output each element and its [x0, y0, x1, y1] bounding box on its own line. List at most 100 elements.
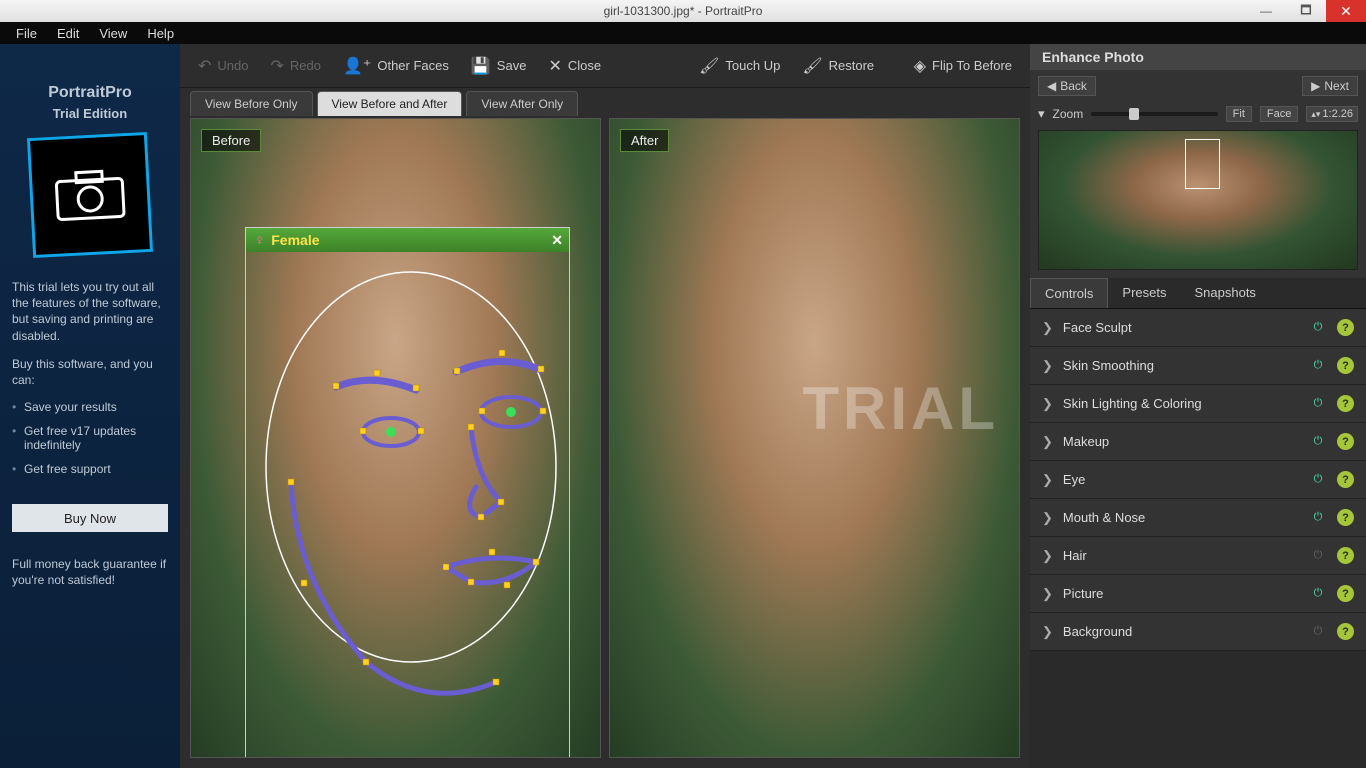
zoom-fit-button[interactable]: Fit	[1226, 106, 1252, 122]
menu-edit[interactable]: Edit	[47, 26, 89, 41]
power-toggle-icon[interactable]: ⏻	[1309, 585, 1327, 603]
control-section[interactable]: ❯Skin Lighting & Coloring⏻?	[1030, 385, 1366, 423]
after-label: After	[620, 129, 669, 152]
touch-up-button[interactable]: 🖌Touch Up	[691, 52, 788, 80]
save-button[interactable]: 💾Save	[463, 52, 535, 80]
back-button[interactable]: ◀Back	[1038, 76, 1096, 96]
controls-accordion: ❯Face Sculpt⏻?❯Skin Smoothing⏻?❯Skin Lig…	[1030, 309, 1366, 768]
center-area: ↶Undo ↷Redo 👤⁺Other Faces 💾Save ✕Close 🖌…	[180, 44, 1030, 768]
control-label: Eye	[1063, 472, 1299, 487]
buy-now-button[interactable]: Buy Now	[12, 504, 168, 532]
minimize-button[interactable]: —	[1246, 0, 1286, 22]
face-box-close-icon[interactable]: ✕	[551, 232, 563, 249]
help-icon[interactable]: ?	[1337, 509, 1354, 526]
buy-prompt: Buy this software, and you can:	[12, 356, 168, 388]
power-toggle-icon[interactable]: ⏻	[1309, 433, 1327, 451]
control-section[interactable]: ❯Face Sculpt⏻?	[1030, 309, 1366, 347]
tab-presets[interactable]: Presets	[1108, 278, 1180, 308]
menu-file[interactable]: File	[6, 26, 47, 41]
brush-icon: 🖌	[699, 56, 719, 76]
tab-view-before-only[interactable]: View Before Only	[190, 91, 313, 116]
flip-to-before-button[interactable]: ◈Flip To Before	[906, 52, 1020, 80]
camera-logo	[27, 132, 153, 258]
zoom-row: ▾ Zoom Fit Face ▴▾1:2.26	[1030, 102, 1366, 130]
navigator-viewport-rect[interactable]	[1185, 139, 1220, 189]
help-icon[interactable]: ?	[1337, 319, 1354, 336]
left-sidebar: PortraitPro Trial Edition This trial let…	[0, 44, 180, 768]
tab-view-after-only[interactable]: View After Only	[466, 91, 578, 116]
face-landmarks-overlay[interactable]	[246, 252, 571, 758]
power-toggle-icon[interactable]: ⏻	[1309, 357, 1327, 375]
control-section[interactable]: ❯Mouth & Nose⏻?	[1030, 499, 1366, 537]
help-icon[interactable]: ?	[1337, 623, 1354, 640]
control-section[interactable]: ❯Hair⏻?	[1030, 537, 1366, 575]
help-icon[interactable]: ?	[1337, 433, 1354, 450]
chevron-right-icon: ❯	[1042, 586, 1053, 602]
power-toggle-icon[interactable]: ⏻	[1309, 471, 1327, 489]
undo-button[interactable]: ↶Undo	[190, 52, 256, 80]
save-icon: 💾	[471, 56, 491, 76]
redo-button[interactable]: ↷Redo	[262, 52, 328, 80]
help-icon[interactable]: ?	[1337, 357, 1354, 374]
window-close-button[interactable]: ✕	[1326, 0, 1366, 22]
app-title: PortraitPro	[12, 84, 168, 102]
power-toggle-icon[interactable]: ⏻	[1309, 509, 1327, 527]
benefits-list: Save your results Get free v17 updates i…	[12, 400, 168, 486]
help-icon[interactable]: ?	[1337, 547, 1354, 564]
zoom-label: Zoom	[1053, 107, 1084, 121]
zoom-slider[interactable]	[1091, 112, 1217, 116]
menu-view[interactable]: View	[89, 26, 137, 41]
control-label: Picture	[1063, 586, 1299, 601]
control-section[interactable]: ❯ Picture ⏻?	[1030, 575, 1366, 613]
help-icon[interactable]: ?	[1337, 585, 1354, 602]
zoom-value-stepper[interactable]: ▴▾1:2.26	[1306, 106, 1358, 122]
chevron-right-icon: ❯	[1042, 358, 1053, 374]
chevron-right-icon: ❯	[1042, 396, 1053, 412]
benefit-item: Get free v17 updates indefinitely	[12, 424, 168, 452]
restore-brush-icon: 🖌	[802, 56, 822, 76]
chevron-right-icon: ▶	[1311, 79, 1320, 93]
after-view[interactable]: After TRIAL	[609, 118, 1020, 758]
chevron-right-icon: ❯	[1042, 624, 1053, 640]
control-label: Mouth & Nose	[1063, 510, 1299, 525]
control-section[interactable]: ❯Eye⏻?	[1030, 461, 1366, 499]
toolbar: ↶Undo ↷Redo 👤⁺Other Faces 💾Save ✕Close 🖌…	[180, 44, 1030, 88]
face-detection-header: ♀ Female ✕	[246, 228, 569, 252]
control-section[interactable]: ❯ Background ⏻?	[1030, 613, 1366, 651]
benefit-item: Get free support	[12, 462, 168, 476]
help-icon[interactable]: ?	[1337, 471, 1354, 488]
window-title: girl-1031300.jpg* - PortraitPro	[604, 4, 763, 18]
face-detection-box[interactable]: ♀ Female ✕	[245, 227, 570, 758]
next-button[interactable]: ▶Next	[1302, 76, 1358, 96]
power-toggle-icon[interactable]: ⏻	[1309, 395, 1327, 413]
control-section[interactable]: ❯Makeup⏻?	[1030, 423, 1366, 461]
chevron-down-icon[interactable]: ▾	[1038, 106, 1045, 122]
tab-snapshots[interactable]: Snapshots	[1181, 278, 1270, 308]
zoom-face-button[interactable]: Face	[1260, 106, 1298, 122]
menu-help[interactable]: Help	[137, 26, 184, 41]
before-label: Before	[201, 129, 261, 152]
view-tabs: View Before Only View Before and After V…	[180, 88, 1030, 116]
control-label: Background	[1063, 624, 1299, 639]
maximize-button[interactable]: 🗖	[1286, 0, 1326, 22]
close-button[interactable]: ✕Close	[540, 52, 609, 80]
power-toggle-icon[interactable]: ⏻	[1309, 319, 1327, 337]
panel-title: Enhance Photo	[1030, 44, 1366, 70]
other-faces-button[interactable]: 👤⁺Other Faces	[335, 52, 457, 80]
tab-view-before-and-after[interactable]: View Before and After	[317, 91, 463, 116]
titlebar: girl-1031300.jpg* - PortraitPro — 🗖 ✕	[0, 0, 1366, 22]
chevron-right-icon: ❯	[1042, 548, 1053, 564]
help-icon[interactable]: ?	[1337, 395, 1354, 412]
menubar: File Edit View Help	[0, 22, 1366, 44]
benefit-item: Save your results	[12, 400, 168, 414]
tab-controls[interactable]: Controls	[1030, 278, 1108, 308]
power-toggle-icon[interactable]: ⏻	[1309, 547, 1327, 565]
control-label: Makeup	[1063, 434, 1299, 449]
zoom-slider-thumb[interactable]	[1129, 108, 1139, 120]
control-section[interactable]: ❯Skin Smoothing⏻?	[1030, 347, 1366, 385]
restore-button[interactable]: 🖌Restore	[794, 52, 882, 80]
before-view[interactable]: Before ♀ Female ✕	[190, 118, 601, 758]
navigator-thumbnail[interactable]	[1038, 130, 1358, 270]
nav-row: ◀Back ▶Next	[1030, 70, 1366, 102]
power-toggle-icon[interactable]: ⏻	[1309, 623, 1327, 641]
